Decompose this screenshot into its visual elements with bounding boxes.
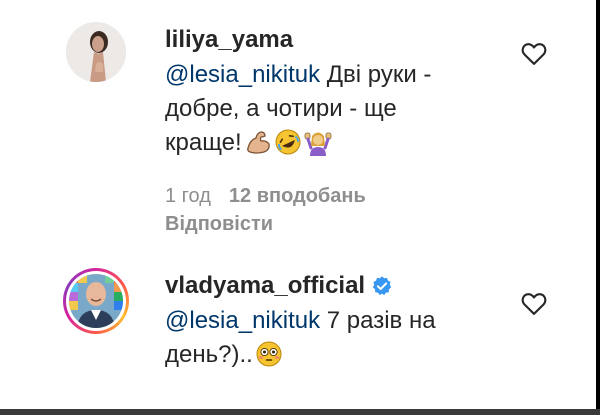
comment-text-segment: Дві руки - <box>320 61 432 88</box>
comment-text-segment: краще! <box>165 129 242 156</box>
comment-text-segment: 7 разів на <box>320 307 436 334</box>
avatar-photo-art <box>69 274 123 328</box>
avatar-photo <box>69 274 123 328</box>
avatar[interactable] <box>66 22 126 82</box>
comment-time[interactable]: 1 год <box>165 185 211 207</box>
comment-meta: 1 год 12 вподобань <box>165 182 510 210</box>
rolling-on-floor-laughing-emoji <box>275 129 301 155</box>
flushed-face-emoji <box>256 341 282 367</box>
comment-username[interactable]: liliya_yama <box>165 24 293 56</box>
verified-badge-icon <box>372 276 392 296</box>
woman-raising-hands-emoji <box>304 132 332 156</box>
comment-username[interactable]: vladyama_official <box>165 270 393 302</box>
comment-body: liliya_yama @lesia_nikituk Дві руки - до… <box>165 24 510 238</box>
comment-text: @lesia_nikituk Дві руки - добре, а чотир… <box>165 58 510 160</box>
comment-likes[interactable]: 12 вподобань <box>229 185 366 207</box>
avatar-photo <box>66 22 126 82</box>
flexed-biceps-emoji <box>246 131 270 154</box>
bottom-edge-divider <box>0 409 600 415</box>
avatar[interactable] <box>63 268 129 334</box>
avatar-ring-gap <box>66 271 126 331</box>
right-edge-divider <box>596 0 600 415</box>
comment-text-segment: день?).. <box>165 341 253 368</box>
mention-link[interactable]: @lesia_nikituk <box>165 307 320 334</box>
comment-body: vladyama_official @lesia_nikituk 7 разів… <box>165 270 510 372</box>
comments-panel: liliya_yama @lesia_nikituk Дві руки - до… <box>0 0 600 415</box>
reply-button[interactable]: Відповісти <box>165 210 510 238</box>
heart-icon[interactable] <box>520 40 548 68</box>
comment-text-segment: добре, а чотири - ще <box>165 95 397 122</box>
heart-icon[interactable] <box>520 290 548 318</box>
comment-username-text: vladyama_official <box>165 272 366 299</box>
mention-link[interactable]: @lesia_nikituk <box>165 61 320 88</box>
comment-text: @lesia_nikituk 7 разів на день?).. <box>165 304 510 372</box>
